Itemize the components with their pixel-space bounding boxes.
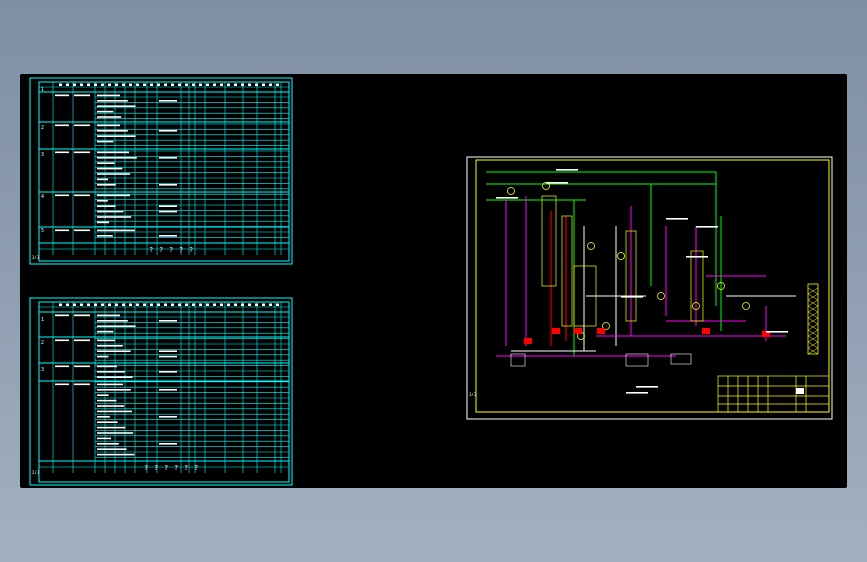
sheet-number: 1/3 [469, 392, 477, 397]
row-number: 3 [41, 367, 44, 373]
footer-mark: ? [194, 464, 198, 472]
row-number: 5 [41, 228, 44, 234]
footer-mark: ? [174, 464, 178, 472]
footer-mark: ? [164, 464, 168, 472]
footer-mark: ? [189, 246, 193, 254]
row-number: 1 [41, 317, 44, 323]
row-number: 4 [41, 194, 44, 200]
sheet-number: 2/3 [32, 470, 40, 475]
footer-mark: ? [149, 246, 153, 254]
row-number: 2 [41, 340, 44, 346]
footer-mark: ? [184, 464, 188, 472]
footer-mark: ? [144, 464, 148, 472]
footer-mark: ? [159, 246, 163, 254]
footer-mark: ? [154, 464, 158, 472]
sheet-number: 3/3 [32, 255, 40, 260]
row-number: 2 [41, 125, 44, 131]
drawing-sheet-table-1[interactable]: 1 2 3 4 5 3/3 ? ? ? ? ? [29, 77, 293, 265]
drawing-sheet-flow-diagram[interactable]: 1/3 [466, 156, 833, 420]
model-space-canvas[interactable]: 1 2 3 4 5 3/3 ? ? ? ? ? 1 2 3 2/3 ? ? ? … [20, 74, 847, 488]
footer-mark: ? [179, 246, 183, 254]
row-number: 3 [41, 152, 44, 158]
drawing-sheet-table-2[interactable]: 1 2 3 2/3 ? ? ? ? ? ? [29, 297, 293, 486]
process-flow-diagram-icon [486, 169, 819, 394]
row-number: 1 [41, 87, 44, 93]
footer-mark: ? [169, 246, 173, 254]
